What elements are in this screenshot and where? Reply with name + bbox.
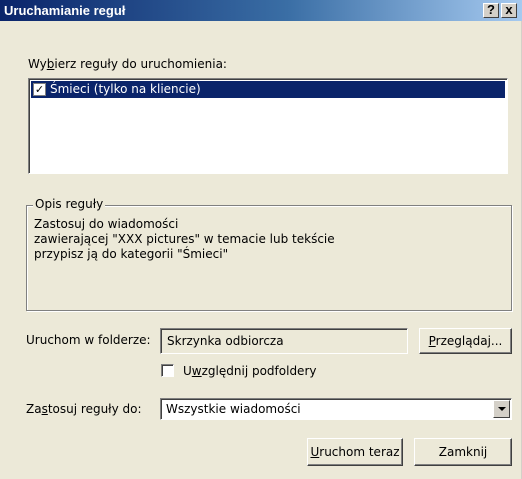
apply-to-selected: Wszystkie wiadomości xyxy=(166,402,301,416)
close-button[interactable]: Zamknij xyxy=(414,438,512,466)
window-title: Uruchamianie reguł xyxy=(4,3,126,18)
apply-to-select[interactable]: Wszystkie wiadomości xyxy=(160,398,512,420)
rule-checkbox[interactable]: ✓ xyxy=(33,83,46,96)
help-icon: ? xyxy=(487,2,495,17)
description-line-3: przypisz ją do kategorii "Śmieci" xyxy=(34,247,229,261)
browse-button[interactable]: Przeglądaj... xyxy=(419,328,512,354)
run-now-button[interactable]: Uruchom teraz xyxy=(307,438,403,466)
close-icon: x xyxy=(505,2,513,17)
title-bar[interactable]: Uruchamianie reguł ? x xyxy=(0,0,522,21)
folder-field: Skrzynka odbiorcza xyxy=(160,328,408,354)
rule-description-legend: Opis reguły xyxy=(33,197,106,211)
include-subfolders-checkbox[interactable] xyxy=(161,364,174,377)
description-line-2: zawierającej "XXX pictures" w temacie lu… xyxy=(34,232,335,246)
rules-list[interactable]: ✓ Śmieci (tylko na kliencie) xyxy=(28,78,508,174)
run-rules-dialog: Uruchamianie reguł ? x Wybierz reguły do… xyxy=(0,0,522,479)
rules-list-label: Wybierz reguły do uruchomienia: xyxy=(28,57,227,71)
description-line-1: Zastosuj do wiadomości xyxy=(34,217,179,231)
rule-item-label: Śmieci (tylko na kliencie) xyxy=(50,82,201,96)
include-subfolders-label: Uwzględnij podfoldery xyxy=(183,364,317,378)
rule-item-smieci[interactable]: ✓ Śmieci (tylko na kliencie) xyxy=(31,81,505,98)
help-button[interactable]: ? xyxy=(483,3,499,18)
dropdown-arrow-icon[interactable] xyxy=(493,400,510,418)
close-window-button[interactable]: x xyxy=(501,3,517,18)
apply-to-label: Zastosuj reguły do: xyxy=(26,402,142,416)
folder-label: Uruchom w folderze: xyxy=(26,333,151,347)
folder-value: Skrzynka odbiorcza xyxy=(167,334,284,348)
